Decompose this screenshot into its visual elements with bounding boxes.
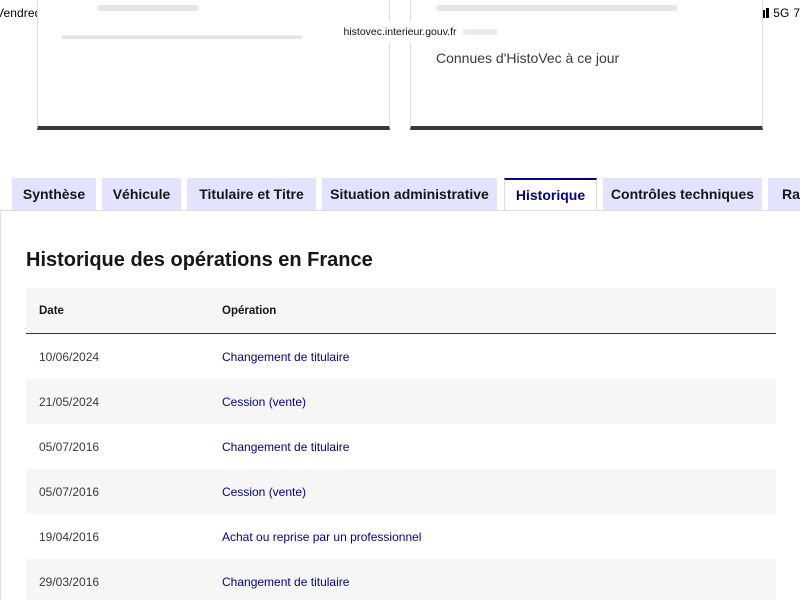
table-body: 10/06/2024 Changement de titulaire 21/05… <box>26 334 776 600</box>
row-date: 05/07/2016 <box>39 485 100 499</box>
tab-situation-administrative[interactable]: Situation administrative <box>322 178 497 210</box>
row-operation-link[interactable]: Changement de titulaire <box>222 440 349 454</box>
page-title: Historique des opérations en France <box>26 249 373 271</box>
table-row: 05/07/2016 Changement de titulaire <box>26 424 776 469</box>
network-type: 5G <box>773 6 790 20</box>
table-row: 29/03/2016 Changement de titulaire <box>26 559 776 600</box>
column-header-operation: Opération <box>222 305 277 317</box>
row-date: 19/04/2016 <box>39 530 100 544</box>
summary-card-right: ▬▬▬▬▬▬▬▬▬▬▬▬ ▬▬▬ Connues d'HistoVec à ce… <box>410 0 763 130</box>
faded-card-subtitle-icon: ▬▬▬▬▬▬▬▬▬▬▬▬▬▬▬▬▬▬▬▬ <box>62 28 302 42</box>
table-row: 19/04/2016 Achat ou reprise par un profe… <box>26 514 776 559</box>
faded-card-title-icon: ▬▬▬▬▬ <box>98 0 198 16</box>
row-date: 10/06/2024 <box>39 350 100 364</box>
tab-rapport[interactable]: Rap <box>768 178 800 210</box>
table-row: 10/06/2024 Changement de titulaire <box>26 334 776 379</box>
tab-synthese[interactable]: Synthèse <box>12 178 96 210</box>
row-operation-link[interactable]: Achat ou reprise par un professionnel <box>222 530 421 544</box>
row-date: 21/05/2024 <box>39 395 100 409</box>
card-description: Connues d'HistoVec à ce jour <box>436 50 620 66</box>
row-operation-link[interactable]: Changement de titulaire <box>222 350 349 364</box>
faded-card-title-icon: ▬▬▬▬▬▬▬▬▬▬▬▬ <box>437 0 677 16</box>
tab-historique[interactable]: Historique <box>504 178 597 211</box>
row-operation-link[interactable]: Cession (vente) <box>222 395 306 409</box>
table-row: 21/05/2024 Cession (vente) <box>26 379 776 424</box>
summary-card-left: ▬▬▬▬▬ ▬▬▬▬▬▬▬▬▬▬▬▬▬▬▬▬▬▬▬▬ <box>37 0 390 130</box>
table-row: 05/07/2016 Cession (vente) <box>26 469 776 514</box>
row-operation-link[interactable]: Changement de titulaire <box>222 575 349 589</box>
tab-vehicule[interactable]: Véhicule <box>102 178 181 210</box>
row-operation-link[interactable]: Cession (vente) <box>222 485 306 499</box>
tab-controles-techniques[interactable]: Contrôles techniques <box>603 178 762 210</box>
row-date: 05/07/2016 <box>39 440 100 454</box>
column-header-date: Date <box>39 305 64 317</box>
battery-percentage: 7 <box>793 6 800 20</box>
row-date: 29/03/2016 <box>39 575 100 589</box>
table-header: Date Opération <box>26 288 776 334</box>
tab-titulaire-titre[interactable]: Titulaire et Titre <box>187 178 316 210</box>
tab-panel-historique: Historique des opérations en France Date… <box>0 210 800 600</box>
url-bar[interactable]: histovec.interieur.gouv.fr <box>337 22 463 42</box>
tab-bar: Synthèse Véhicule Titulaire et Titre Sit… <box>0 178 800 211</box>
history-table: Date Opération 10/06/2024 Changement de … <box>26 288 776 600</box>
